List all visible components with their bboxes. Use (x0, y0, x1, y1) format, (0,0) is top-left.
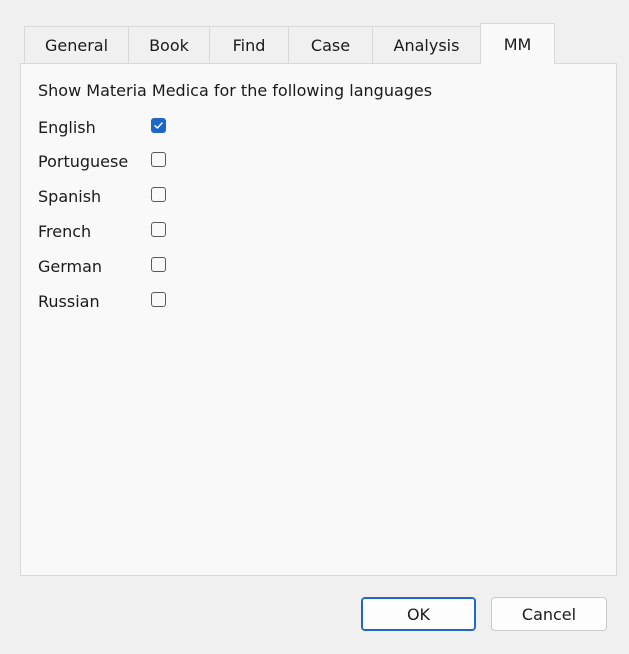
cancel-button[interactable]: Cancel (491, 597, 607, 631)
language-label: English (38, 118, 96, 137)
checkmark-icon (154, 122, 163, 129)
german-checkbox[interactable] (151, 257, 166, 272)
tab-mm[interactable]: MM (480, 23, 555, 64)
languages-heading: Show Materia Medica for the following la… (38, 81, 433, 100)
language-row-spanish: Spanish (38, 184, 338, 208)
language-label: French (38, 222, 92, 241)
tab-analysis[interactable]: Analysis (372, 26, 481, 63)
language-label: German (38, 257, 103, 276)
tab-bar: General Book Find Case Analysis MM (24, 23, 555, 64)
language-row-german: German (38, 254, 338, 278)
portuguese-checkbox[interactable] (151, 152, 166, 167)
french-checkbox[interactable] (151, 222, 166, 237)
options-dialog: General Book Find Case Analysis MM Show … (0, 0, 629, 654)
language-row-french: French (38, 219, 338, 243)
language-row-russian: Russian (38, 289, 338, 313)
language-row-english: English (38, 115, 338, 139)
language-label: Portuguese (38, 152, 129, 171)
tab-case[interactable]: Case (288, 26, 373, 63)
language-label: Russian (38, 292, 100, 311)
russian-checkbox[interactable] (151, 292, 166, 307)
tab-find[interactable]: Find (209, 26, 289, 63)
mm-tab-panel: Show Materia Medica for the following la… (20, 63, 617, 576)
language-label: Spanish (38, 187, 102, 206)
tab-book[interactable]: Book (128, 26, 210, 63)
language-row-portuguese: Portuguese (38, 149, 338, 173)
spanish-checkbox[interactable] (151, 187, 166, 202)
ok-button[interactable]: OK (361, 597, 476, 631)
tab-general[interactable]: General (24, 26, 129, 63)
english-checkbox[interactable] (151, 118, 166, 133)
